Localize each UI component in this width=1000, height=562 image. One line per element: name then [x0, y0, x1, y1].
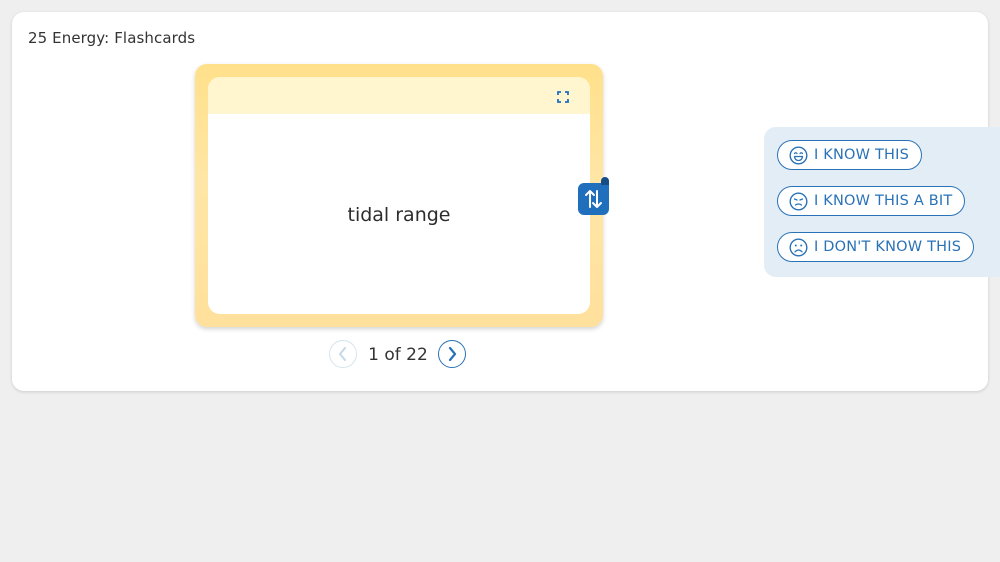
page-indicator: 1 of 22 — [368, 345, 428, 365]
flashcard-face[interactable]: tidal range — [208, 77, 590, 314]
pagination: 1 of 22 — [328, 340, 470, 372]
flip-card-button[interactable] — [578, 177, 609, 215]
next-card-button[interactable] — [438, 340, 466, 368]
sad-face-icon — [789, 237, 808, 257]
i-know-this-label: I KNOW THIS — [814, 147, 910, 163]
smile-face-icon — [789, 145, 808, 165]
flashcard-term: tidal range — [347, 204, 451, 226]
i-know-this-button[interactable]: I KNOW THIS — [777, 140, 923, 170]
neutral-face-icon — [789, 191, 808, 211]
i-know-this-a-bit-label: I KNOW THIS A BIT — [814, 193, 953, 209]
swap-vertical-icon — [578, 190, 609, 219]
flashcard-header — [208, 77, 590, 114]
previous-card-button[interactable] — [329, 340, 357, 368]
flashcard[interactable]: tidal range — [195, 64, 603, 327]
confidence-rating-panel: I KNOW THIS I KNOW THIS A BIT I DON'T KN… — [764, 127, 1000, 277]
i-know-this-a-bit-button[interactable]: I KNOW THIS A BIT — [777, 186, 966, 216]
page-title: 25 Energy: Flashcards — [28, 29, 196, 47]
expand-icon[interactable] — [557, 88, 569, 103]
i-dont-know-this-button[interactable]: I DON'T KNOW THIS — [777, 232, 975, 262]
i-dont-know-this-label: I DON'T KNOW THIS — [814, 239, 962, 255]
